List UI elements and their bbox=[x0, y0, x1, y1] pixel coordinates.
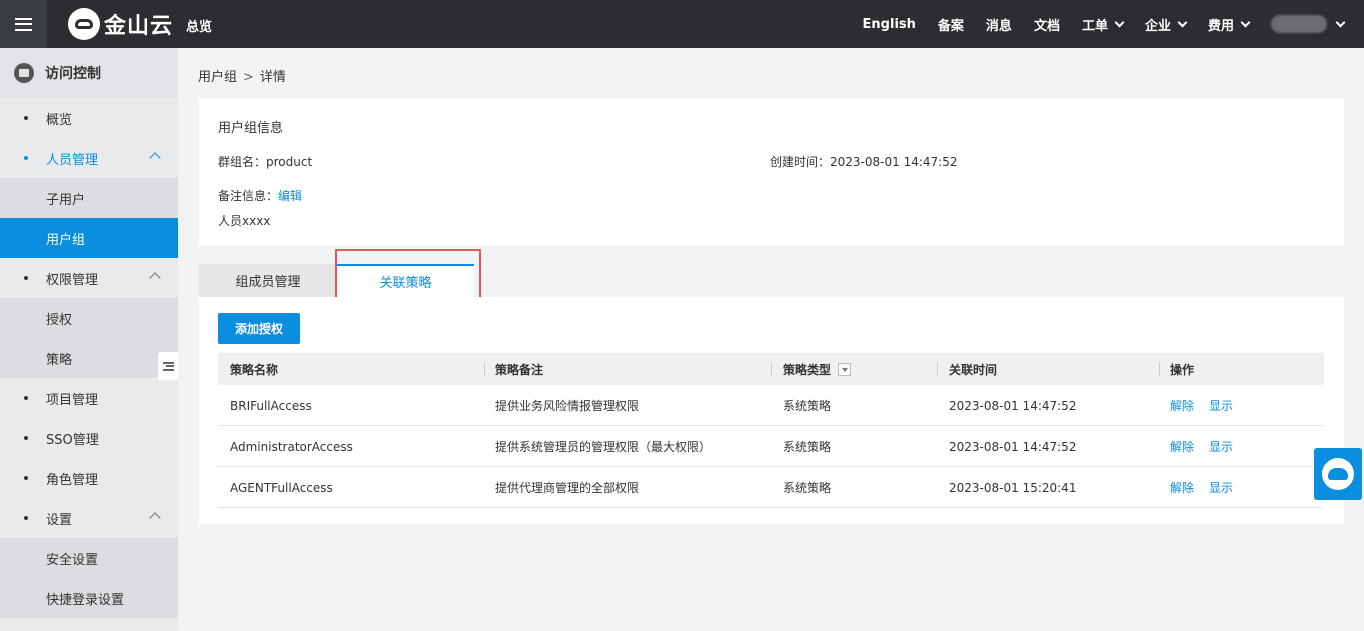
sidebar-item-subusers[interactable]: 子用户 bbox=[0, 178, 178, 218]
add-authorization-button[interactable]: 添加授权 bbox=[218, 313, 300, 344]
row-actions: 解除 显示 bbox=[1170, 467, 1248, 508]
policy-type: 系统策略 bbox=[783, 481, 832, 495]
chevron-up-icon bbox=[149, 152, 161, 164]
cloud-logo-icon bbox=[68, 8, 100, 40]
policy-panel: 添加授权 策略名称 策略备注 策略类型 关联时间 操作 BRIFullAcces… bbox=[199, 297, 1344, 524]
attach-time: 2023-08-01 15:20:41 bbox=[949, 480, 1077, 495]
sidebar-item-permissions[interactable]: 权限管理 bbox=[0, 258, 178, 298]
sidebar-item-people[interactable]: 人员管理 bbox=[0, 138, 178, 178]
show-link[interactable]: 显示 bbox=[1209, 438, 1233, 455]
floating-help-button[interactable] bbox=[1314, 448, 1362, 500]
col-actions: 操作 bbox=[1170, 362, 1195, 377]
col-policy-name: 策略名称 bbox=[230, 362, 279, 377]
nav-beian[interactable]: 备案 bbox=[938, 15, 964, 34]
top-nav: English 备案 消息 文档 工单 企业 费用 bbox=[863, 0, 1364, 48]
sidebar-collapse-button[interactable] bbox=[158, 352, 178, 380]
table-row: AGENTFullAccess 提供代理商管理的全部权限 系统策略 2023-0… bbox=[218, 467, 1324, 508]
group-info-card: 用户组信息 群组名：product 创建时间：2023-08-01 14:47:… bbox=[199, 99, 1344, 245]
row-actions: 解除 显示 bbox=[1170, 385, 1248, 426]
sidebar-title: 访问控制 bbox=[0, 48, 178, 98]
sidebar-item-policies[interactable]: 策略 bbox=[0, 338, 178, 378]
policy-remark: 提供系统管理员的管理权限（最大权限） bbox=[495, 440, 712, 454]
chevron-down-icon bbox=[1114, 17, 1125, 27]
show-link[interactable]: 显示 bbox=[1209, 397, 1233, 414]
sidebar-item-security-settings[interactable]: 安全设置 bbox=[0, 538, 178, 578]
sidebar-item-projects[interactable]: 项目管理 bbox=[0, 378, 178, 418]
chevron-down-icon bbox=[1335, 17, 1346, 27]
attach-time: 2023-08-01 14:47:52 bbox=[949, 398, 1077, 413]
cloud-help-icon bbox=[1322, 458, 1354, 490]
attach-time: 2023-08-01 14:47:52 bbox=[949, 439, 1077, 454]
show-link[interactable]: 显示 bbox=[1209, 479, 1233, 496]
group-name: 群组名：product bbox=[218, 155, 313, 169]
remark-label: 备注信息：编辑 bbox=[218, 189, 303, 203]
policy-type: 系统策略 bbox=[783, 440, 832, 454]
nav-enterprise[interactable]: 企业 bbox=[1145, 15, 1188, 34]
created-time: 创建时间：2023-08-01 14:47:52 bbox=[770, 155, 958, 169]
avatar bbox=[1271, 15, 1327, 33]
table-header: 策略名称 策略备注 策略类型 关联时间 操作 bbox=[218, 353, 1324, 385]
policy-table: 策略名称 策略备注 策略类型 关联时间 操作 BRIFullAccess 提供业… bbox=[218, 353, 1324, 508]
logo[interactable]: 金山云 bbox=[68, 8, 173, 40]
filter-dropdown-icon[interactable] bbox=[838, 362, 852, 376]
sidebar-item-quick-login[interactable]: 快捷登录设置 bbox=[0, 578, 178, 618]
overview-link[interactable]: 总览 bbox=[186, 16, 212, 35]
col-attach-time: 关联时间 bbox=[949, 362, 998, 377]
nav-billing[interactable]: 费用 bbox=[1208, 15, 1251, 34]
sidebar-item-sso[interactable]: SSO管理 bbox=[0, 418, 178, 458]
id-card-icon bbox=[14, 63, 34, 83]
detach-link[interactable]: 解除 bbox=[1170, 438, 1194, 455]
nav-docs[interactable]: 文档 bbox=[1034, 15, 1060, 34]
chevron-up-icon bbox=[149, 272, 161, 284]
detach-link[interactable]: 解除 bbox=[1170, 397, 1194, 414]
remark-value: 人员xxxx bbox=[218, 214, 271, 228]
sidebar-item-overview[interactable]: 概览 bbox=[0, 98, 178, 138]
sidebar-item-roles[interactable]: 角色管理 bbox=[0, 458, 178, 498]
chevron-up-icon bbox=[149, 512, 161, 524]
nav-messages[interactable]: 消息 bbox=[986, 15, 1012, 34]
breadcrumb-current: 详情 bbox=[259, 70, 286, 85]
policy-name: AGENTFullAccess bbox=[230, 480, 333, 495]
logo-text: 金山云 bbox=[104, 14, 174, 39]
table-row: BRIFullAccess 提供业务风险情报管理权限 系统策略 2023-08-… bbox=[218, 385, 1324, 426]
group-info-title: 用户组信息 bbox=[218, 121, 284, 136]
chevron-down-icon bbox=[1240, 17, 1251, 27]
breadcrumb-parent[interactable]: 用户组 bbox=[198, 70, 237, 85]
row-actions: 解除 显示 bbox=[1170, 426, 1248, 467]
sidebar-item-usergroups[interactable]: 用户组 bbox=[0, 218, 178, 258]
nav-tickets[interactable]: 工单 bbox=[1082, 15, 1125, 34]
col-policy-remark: 策略备注 bbox=[495, 362, 544, 377]
hamburger-icon bbox=[15, 17, 32, 31]
col-policy-type: 策略类型 bbox=[783, 353, 852, 385]
collapse-icon bbox=[162, 361, 174, 371]
policy-type: 系统策略 bbox=[783, 399, 832, 413]
policy-remark: 提供代理商管理的全部权限 bbox=[495, 481, 640, 495]
policy-name: BRIFullAccess bbox=[230, 398, 312, 413]
tab-members[interactable]: 组成员管理 bbox=[199, 264, 337, 297]
nav-english[interactable]: English bbox=[863, 17, 916, 32]
detach-link[interactable]: 解除 bbox=[1170, 479, 1194, 496]
policy-name: AdministratorAccess bbox=[230, 439, 353, 454]
sidebar-item-authorization[interactable]: 授权 bbox=[0, 298, 178, 338]
breadcrumb: 用户组 > 详情 bbox=[198, 66, 286, 85]
menu-button[interactable] bbox=[0, 0, 47, 48]
sidebar-item-settings[interactable]: 设置 bbox=[0, 498, 178, 538]
edit-remark-link[interactable]: 编辑 bbox=[278, 189, 302, 203]
user-menu[interactable] bbox=[1271, 15, 1346, 33]
chevron-down-icon bbox=[1177, 17, 1188, 27]
top-bar: 金山云 总览 English 备案 消息 文档 工单 企业 费用 bbox=[0, 0, 1364, 48]
table-row: AdministratorAccess 提供系统管理员的管理权限（最大权限） 系… bbox=[218, 426, 1324, 467]
sidebar: 访问控制 概览 人员管理 子用户 用户组 权限管理 授权 策略 项目管理 SSO… bbox=[0, 48, 178, 631]
policy-remark: 提供业务风险情报管理权限 bbox=[495, 399, 640, 413]
breadcrumb-separator: > bbox=[243, 70, 254, 85]
